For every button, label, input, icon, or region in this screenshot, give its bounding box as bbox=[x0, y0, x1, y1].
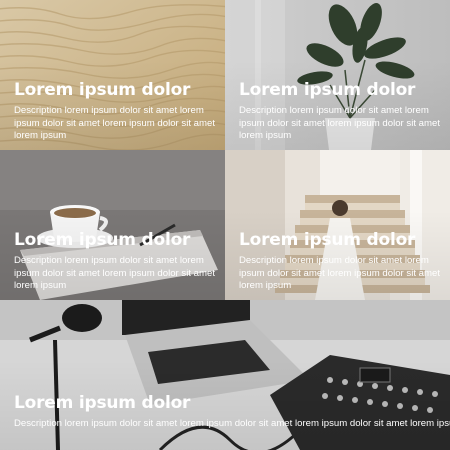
tile-description: Description lorem ipsum dolor sit amet l… bbox=[14, 105, 216, 141]
gallery-tile-stairs[interactable]: Lorem ipsum dolor Description lorem ipsu… bbox=[225, 150, 450, 300]
tile-description: Description lorem ipsum dolor sit amet l… bbox=[14, 255, 216, 291]
tile-caption: Lorem ipsum dolor Description lorem ipsu… bbox=[14, 80, 217, 143]
tile-caption: Lorem ipsum dolor Description lorem ipsu… bbox=[239, 80, 442, 143]
tile-title: Lorem ipsum dolor bbox=[14, 230, 191, 250]
tile-title: Lorem ipsum dolor bbox=[239, 80, 416, 100]
tile-title: Lorem ipsum dolor bbox=[14, 80, 191, 100]
gallery-tile-sand[interactable]: Lorem ipsum dolor Description lorem ipsu… bbox=[0, 0, 225, 150]
tile-description: Description lorem ipsum dolor sit amet l… bbox=[239, 105, 441, 141]
tile-caption: Lorem ipsum dolor Description lorem ipsu… bbox=[14, 393, 450, 431]
tile-caption: Lorem ipsum dolor Description lorem ipsu… bbox=[239, 230, 442, 293]
tile-description: Description lorem ipsum dolor sit amet l… bbox=[239, 255, 441, 291]
gallery-tile-studio[interactable]: Lorem ipsum dolor Description lorem ipsu… bbox=[0, 300, 450, 450]
tile-caption: Lorem ipsum dolor Description lorem ipsu… bbox=[14, 230, 217, 293]
gallery-tile-plant[interactable]: Lorem ipsum dolor Description lorem ipsu… bbox=[225, 0, 450, 150]
tile-description: Description lorem ipsum dolor sit amet l… bbox=[14, 418, 450, 429]
gallery-tile-coffee[interactable]: Lorem ipsum dolor Description lorem ipsu… bbox=[0, 150, 225, 300]
tile-title: Lorem ipsum dolor bbox=[14, 393, 191, 413]
image-gallery-grid: Lorem ipsum dolor Description lorem ipsu… bbox=[0, 0, 450, 450]
tile-title: Lorem ipsum dolor bbox=[239, 230, 416, 250]
